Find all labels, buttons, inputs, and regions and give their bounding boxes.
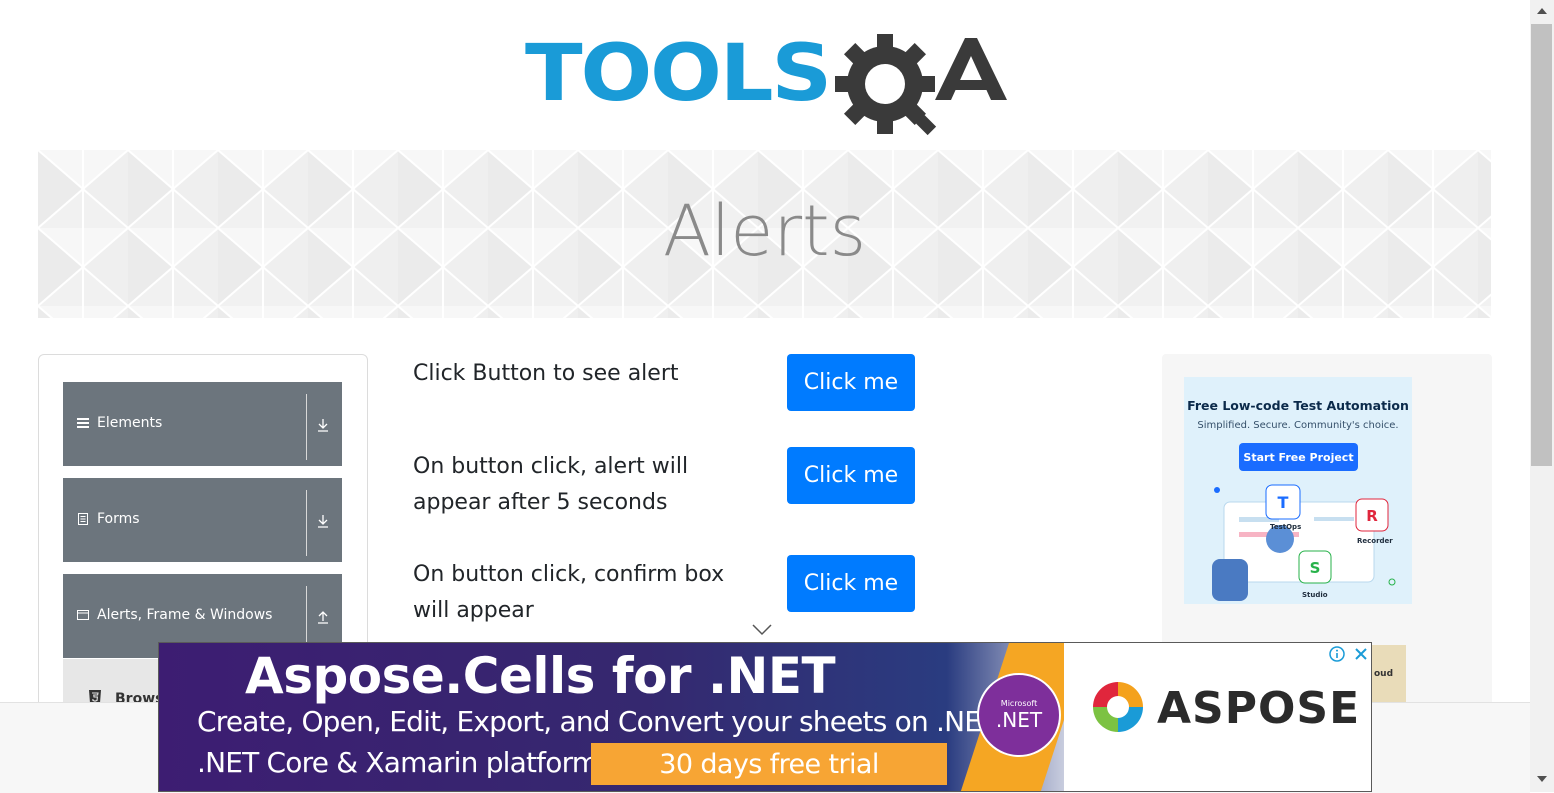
window-icon — [77, 610, 89, 620]
menu-icon — [77, 418, 89, 428]
testops-label: TestOps — [1270, 523, 1302, 531]
ad-title: Free Low-code Test Automation — [1187, 398, 1409, 413]
divider — [306, 394, 307, 460]
toolsqa-logo[interactable]: TOOLS — [525, 22, 1010, 137]
studio-label: Studio — [1302, 591, 1328, 599]
logo-tools-text: TOOLS — [525, 29, 830, 119]
confirm-button[interactable]: Click me — [787, 555, 915, 612]
sidebar-group-label: Forms — [97, 511, 140, 527]
aspose-logo-icon — [1093, 682, 1143, 732]
download-arrow-icon[interactable] — [316, 418, 330, 432]
second-ad-text: oud — [1374, 669, 1394, 679]
confirm-row-text: On button click, confirm box will appear — [413, 562, 725, 623]
logo-a-letter — [935, 38, 1007, 100]
dotnet-label: .NET — [995, 707, 1043, 732]
ad-subtitle: Simplified. Secure. Community's choice. — [1197, 420, 1399, 431]
katalon-ad[interactable]: Free Low-code Test Automation Simplified… — [1184, 377, 1412, 604]
svg-text:S: S — [1310, 559, 1321, 577]
upload-arrow-icon[interactable] — [316, 610, 330, 624]
ad-headline: Aspose.Cells for .NET — [245, 647, 836, 705]
divider — [306, 490, 307, 556]
ad-description-line2: .NET Core & Xamarin platform. — [197, 746, 607, 779]
free-trial-button[interactable]: 30 days free trial — [591, 743, 947, 785]
aspose-brand: ASPOSE — [1157, 683, 1361, 734]
start-free-project-button[interactable]: Start Free Project — [1239, 443, 1358, 471]
sidebar-group-label: Elements — [97, 415, 163, 431]
svg-text:R: R — [1366, 507, 1378, 525]
alert-row-text: Click Button to see alert — [413, 361, 679, 386]
svg-text:T: T — [1278, 493, 1289, 512]
ad-info-icon[interactable] — [1326, 643, 1348, 664]
sidebar-group-label: Alerts, Frame & Windows — [97, 607, 273, 623]
sidebar-group-elements[interactable]: Elements — [63, 382, 342, 466]
dotnet-badge: Microsoft .NET — [977, 673, 1061, 757]
form-icon — [78, 513, 88, 525]
download-arrow-icon[interactable] — [316, 514, 330, 528]
ad-description-line1: Create, Open, Edit, Export, and Convert … — [197, 705, 1006, 738]
page-title: Alerts — [662, 190, 867, 272]
timer-alert-button[interactable]: Click me — [787, 447, 915, 504]
scrollbar-thumb[interactable] — [1531, 24, 1552, 466]
scroll-up-arrow-icon[interactable] — [1535, 6, 1549, 16]
aspose-ad-banner[interactable]: Aspose.Cells for .NET Create, Open, Edit… — [158, 642, 1372, 792]
alert-button[interactable]: Click me — [787, 354, 915, 411]
recorder-label: Recorder — [1357, 537, 1393, 545]
gear-icon — [835, 34, 937, 136]
scroll-down-arrow-icon[interactable] — [1535, 774, 1549, 784]
chevron-down-icon[interactable] — [752, 624, 772, 636]
sidebar-group-forms[interactable]: Forms — [63, 478, 342, 562]
microsoft-label: Microsoft — [1000, 698, 1038, 708]
ad-close-icon[interactable] — [1350, 643, 1371, 664]
timer-alert-row-text: On button click, alert will appear after… — [413, 454, 689, 515]
